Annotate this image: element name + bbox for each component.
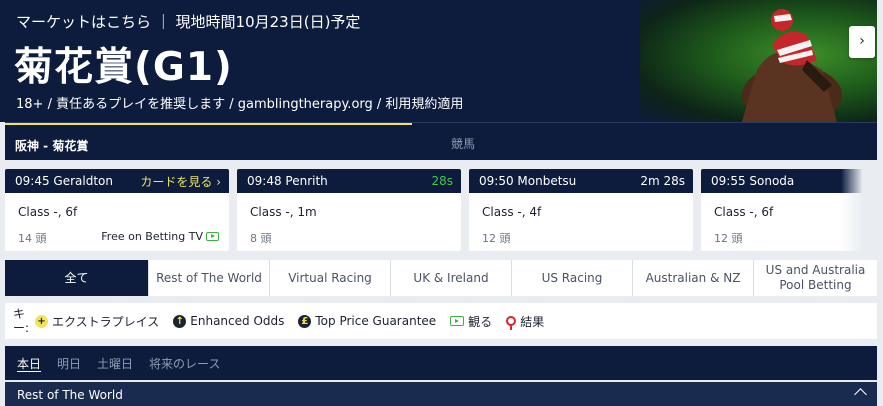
- top-price-icon: £: [298, 314, 312, 328]
- legend-enhanced-odds: ↑ Enhanced Odds: [173, 314, 284, 328]
- tab-all[interactable]: 全て: [5, 260, 149, 296]
- tv-icon: [206, 232, 219, 241]
- enhanced-odds-icon: ↑: [173, 314, 187, 328]
- section-title: Rest of The World: [17, 388, 123, 402]
- tab-uk-ireland[interactable]: UK & Ireland: [391, 260, 512, 296]
- carousel-fade: [841, 169, 877, 251]
- view-card-link[interactable]: カードを見る ›: [140, 173, 221, 190]
- race-class: Class -, 6f: [18, 205, 78, 219]
- racehorse-image: [742, 9, 842, 122]
- race-banner: マーケットはこちら ｜ 現地時間10月23日(日)予定 菊花賞(G1) 18+ …: [0, 0, 877, 122]
- icon-legend: キー: + エクストラプレイス ↑ Enhanced Odds £ Top Price…: [5, 303, 877, 339]
- runner-count: 12 頭: [482, 232, 511, 245]
- tab-virtual-racing[interactable]: Virtual Racing: [270, 260, 391, 296]
- venue-bar: 阪神 - 菊花賞 競馬: [5, 122, 877, 160]
- section-header-rest-of-world[interactable]: Rest of The World: [5, 382, 877, 406]
- legend-extra-place-label: エクストラプレイス: [52, 314, 160, 329]
- watch-tv-icon: [450, 316, 465, 326]
- tab-rest-of-world[interactable]: Rest of The World: [149, 260, 270, 296]
- extra-place-icon: +: [35, 314, 48, 328]
- legend-extra-place: + エクストラプレイス: [35, 313, 159, 330]
- chevron-up-icon[interactable]: [854, 388, 867, 401]
- day-tab-today[interactable]: 本日: [17, 355, 41, 372]
- race-class: Class -, 4f: [482, 205, 542, 219]
- betting-tv-text: Free on Betting TV: [101, 230, 203, 243]
- countdown: 28s: [431, 174, 453, 188]
- tab-australian-nz[interactable]: Australian & NZ: [633, 260, 754, 296]
- legend-result-label: 結果: [520, 314, 545, 329]
- day-filter-bar: 本日 明日 土曜日 将来のレース: [5, 346, 877, 380]
- venue-tab-active[interactable]: 阪神 - 菊花賞: [5, 123, 412, 160]
- runner-count: 14 頭: [18, 232, 47, 245]
- race-class: Class -, 6f: [714, 205, 774, 219]
- region-filter-tabs: 全て Rest of The World Virtual Racing UK &…: [5, 260, 877, 296]
- race-time: 09:45 Geraldton: [15, 174, 113, 188]
- race-card[interactable]: 09:50 Monbetsu 2m 28s Class -, 4f 12 頭: [469, 169, 693, 251]
- legend-top-price-label: Top Price Guarantee: [315, 314, 437, 328]
- race-time: 09:50 Monbetsu: [479, 174, 577, 188]
- upcoming-races-carousel: 09:45 Geraldton カードを見る › Class -, 6f 14 …: [5, 169, 877, 251]
- race-card[interactable]: 09:45 Geraldton カードを見る › Class -, 6f 14 …: [5, 169, 229, 251]
- tab-us-racing[interactable]: US Racing: [512, 260, 633, 296]
- sport-category[interactable]: 競馬: [451, 135, 475, 152]
- runner-count: 8 頭: [250, 232, 272, 245]
- runner-count: 12 頭: [714, 232, 743, 245]
- legend-top-price: £ Top Price Guarantee: [298, 314, 436, 328]
- race-card-header: 09:48 Penrith 28s: [237, 169, 461, 193]
- race-time: 09:55 Sonoda: [711, 174, 795, 188]
- race-card[interactable]: 09:48 Penrith 28s Class -, 1m 8 頭: [237, 169, 461, 251]
- betting-tv-label: Free on Betting TV: [101, 230, 219, 243]
- venue-name: 阪神 - 菊花賞: [15, 139, 89, 153]
- market-link[interactable]: マーケットはこちら ｜ 現地時間10月23日(日)予定: [16, 11, 360, 32]
- race-title: 菊花賞(G1): [14, 45, 233, 90]
- result-icon: [506, 316, 517, 330]
- carousel-next-button[interactable]: ›: [849, 26, 875, 58]
- legend-watch: 観る: [450, 313, 492, 330]
- responsible-gambling-disclaimer: 18+ / 責任あるプレイを推奨します / gamblingtherapy.or…: [16, 97, 464, 112]
- race-class: Class -, 1m: [250, 205, 317, 219]
- day-tab-tomorrow[interactable]: 明日: [57, 355, 81, 372]
- legend-key-label: キー:: [13, 307, 30, 335]
- race-time: 09:48 Penrith: [247, 174, 328, 188]
- legend-enhanced-odds-label: Enhanced Odds: [190, 314, 285, 328]
- legend-watch-label: 観る: [468, 314, 493, 329]
- legend-result: 結果: [506, 313, 544, 330]
- countdown: 2m 28s: [640, 174, 685, 188]
- day-tab-future-races[interactable]: 将来のレース: [149, 355, 220, 372]
- race-card-header: 09:50 Monbetsu 2m 28s: [469, 169, 693, 193]
- tab-us-australia-pool[interactable]: US and Australia Pool Betting: [754, 260, 877, 296]
- day-tab-saturday[interactable]: 土曜日: [97, 355, 133, 372]
- race-card-header: 09:45 Geraldton カードを見る ›: [5, 169, 229, 193]
